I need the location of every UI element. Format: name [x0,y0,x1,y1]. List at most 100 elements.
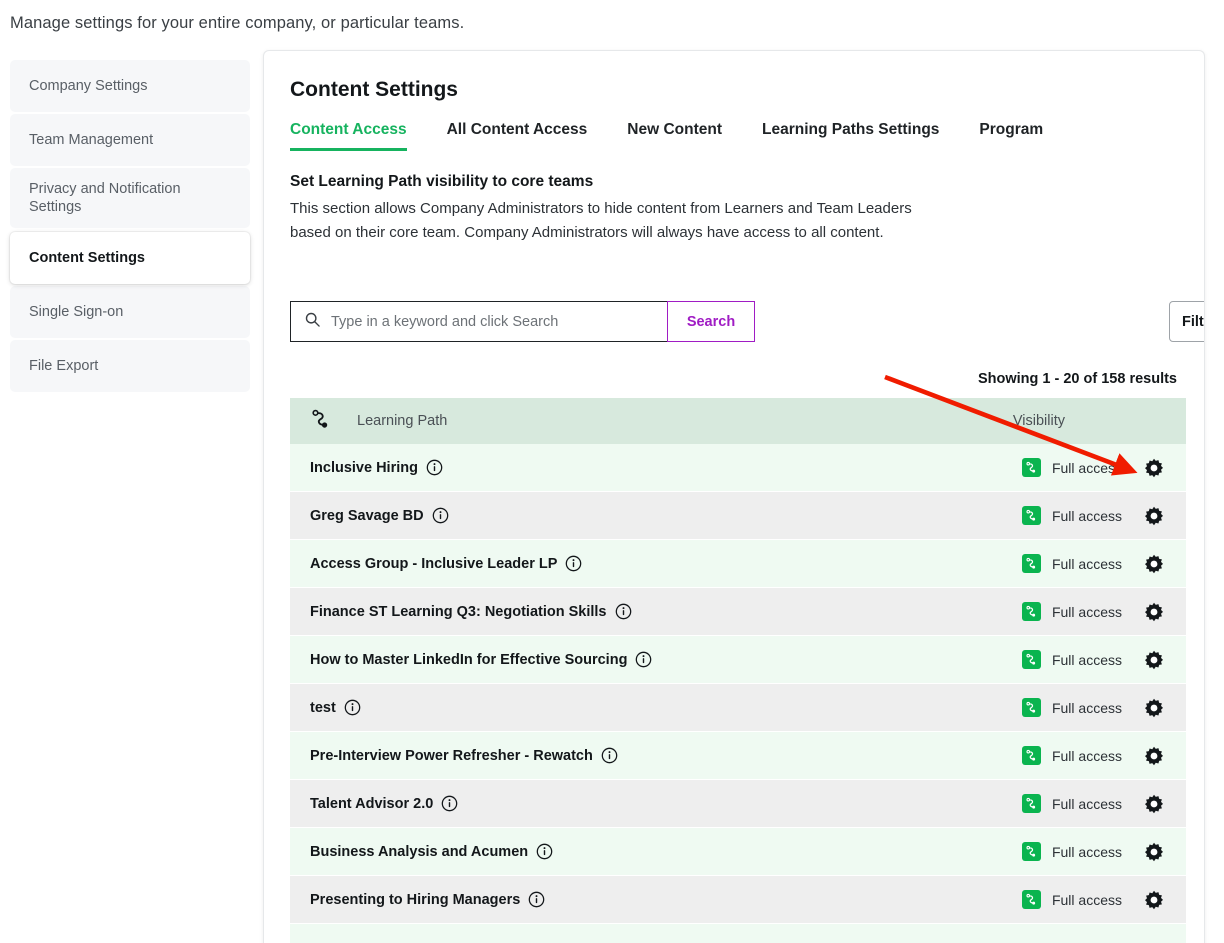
learning-path-badge-icon [1021,794,1041,813]
table-row[interactable]: Presenting to Hiring Managers Full access [290,876,1186,924]
gear-icon[interactable] [1144,602,1164,622]
search-box[interactable] [290,301,668,342]
learning-path-name: Business Analysis and Acumen [310,843,529,860]
settings-sidebar: Company Settings Team Management Privacy a… [0,50,262,943]
sidebar-item-label: File Export [29,357,99,374]
filter-skills-select[interactable]: Filter skills [1169,301,1204,342]
search-icon [305,312,320,332]
learning-path-badge-icon [1021,506,1041,525]
learning-path-badge-icon [1021,698,1041,717]
info-icon[interactable] [565,555,582,572]
info-icon[interactable] [528,891,545,908]
info-icon[interactable] [615,603,632,620]
gear-icon[interactable] [1144,842,1164,862]
visibility-cell: Full access [1021,650,1164,670]
learning-path-table: Learning Path Visibility Inclusive Hirin… [290,398,1186,943]
gear-icon[interactable] [1144,698,1164,718]
page-title: Content Settings [290,78,458,101]
section-description: This section allows Company Administrato… [290,200,912,241]
visibility-cell: Full access [1021,698,1164,718]
gear-icon[interactable] [1144,650,1164,670]
visibility-cell: Full access [1021,890,1164,910]
sidebar-item-label: Single Sign-on [29,303,124,320]
tab-program[interactable]: Program [979,121,1043,151]
table-row[interactable]: Pre-Interview Power Refresher - Rewatch F… [290,732,1186,780]
learning-path-icon [310,408,332,435]
tab-new-content[interactable]: New Content [627,121,722,151]
gear-icon[interactable] [1144,890,1164,910]
learning-path-badge-icon [1021,746,1041,765]
table-row[interactable]: Greg Savage BD Full access [290,492,1186,540]
visibility-value: Full access [1051,699,1122,716]
sidebar-item-company-settings[interactable]: Company Settings [10,60,250,112]
sidebar-item-label: Privacy and Notification Settings [29,180,181,215]
sidebar-item-label: Team Management [29,131,154,148]
table-body: Inclusive Hiring Full access Greg Savage B… [290,444,1186,943]
visibility-value: Full access [1051,603,1122,620]
sidebar-item-privacy-and-notification-settings[interactable]: Privacy and Notification Settings [10,168,250,228]
learning-path-name: test [310,699,336,716]
sidebar-item-label: Company Settings [29,77,148,94]
table-row[interactable]: How to Master LinkedIn for Effective Sou… [290,636,1186,684]
tab-all-content-access[interactable]: All Content Access [447,121,588,151]
learning-path-name: Finance ST Learning Q3: Negotiation Skil… [310,603,607,620]
visibility-value: Full access [1051,651,1122,668]
visibility-cell: Full access [1021,602,1164,622]
column-header-learning-path: Learning Path [357,413,448,429]
info-icon[interactable] [432,507,449,524]
sidebar-item-label: Content Settings [29,249,145,266]
learning-path-name: Access Group - Inclusive Leader LP [310,555,558,572]
table-row[interactable]: Finance ST Learning Q3: Negotiation Skil… [290,588,1186,636]
visibility-cell: Full access [1021,554,1164,574]
visibility-value: Full access [1051,747,1122,764]
learning-path-name: Greg Savage BD [310,507,424,524]
info-icon[interactable] [344,699,361,716]
results-summary: Showing 1 - 20 of 158 results [977,371,1177,387]
section-title: Set Learning Path visibility to core tea… [290,173,594,190]
table-row-partial[interactable] [290,924,1186,943]
info-icon[interactable] [426,459,443,476]
learning-path-badge-icon [1021,890,1041,909]
visibility-cell: Full access [1021,842,1164,862]
gear-icon[interactable] [1144,458,1164,478]
learning-path-name: Talent Advisor 2.0 [310,795,434,812]
learning-path-badge-icon [1021,842,1041,861]
learning-path-badge-icon [1021,650,1041,669]
info-icon[interactable] [601,747,618,764]
learning-path-badge-icon [1021,554,1041,573]
sidebar-item-team-management[interactable]: Team Management [10,114,250,166]
top-bar: Manage settings for your entire company,… [0,0,1224,50]
tab-learning-paths-settings[interactable]: Learning Paths Settings [762,121,939,151]
gear-icon[interactable] [1144,554,1164,574]
visibility-value: Full access [1051,507,1122,524]
gear-icon[interactable] [1144,506,1164,526]
visibility-value: Full access [1051,843,1122,860]
sidebar-item-content-settings[interactable]: Content Settings [10,232,250,284]
learning-path-badge-icon [1021,602,1041,621]
table-row[interactable]: Business Analysis and Acumen Full access [290,828,1186,876]
gear-icon[interactable] [1144,746,1164,766]
visibility-cell: Full access [1021,746,1164,766]
visibility-value: Full access [1051,459,1122,476]
search-button[interactable]: Search [667,301,755,342]
visibility-value: Full access [1051,555,1122,572]
table-row[interactable]: test Full access [290,684,1186,732]
table-row[interactable]: Access Group - Inclusive Leader LP Full a… [290,540,1186,588]
page-subtitle: Manage settings for your entire company,… [10,14,465,32]
table-row[interactable]: Inclusive Hiring Full access [290,444,1186,492]
gear-icon[interactable] [1144,794,1164,814]
table-header-row: Learning Path Visibility [290,398,1186,444]
search-row: Search [290,301,755,342]
visibility-cell: Full access [1021,794,1164,814]
info-icon[interactable] [635,651,652,668]
tab-content-access[interactable]: Content Access [290,121,407,151]
search-input[interactable] [331,313,651,330]
table-row[interactable]: Talent Advisor 2.0 Full access [290,780,1186,828]
info-icon[interactable] [536,843,553,860]
filter-skills-label: Filter skills [1182,313,1204,330]
visibility-value: Full access [1051,795,1122,812]
learning-path-name: Presenting to Hiring Managers [310,891,521,908]
sidebar-item-file-export[interactable]: File Export [10,340,250,392]
sidebar-item-single-sign-on[interactable]: Single Sign-on [10,286,250,338]
info-icon[interactable] [441,795,458,812]
